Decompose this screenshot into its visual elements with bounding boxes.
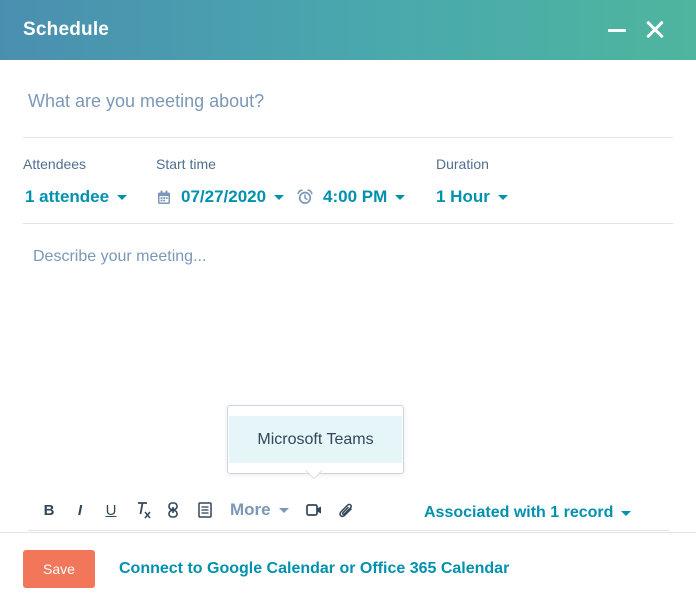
bold-icon[interactable]: B [42,500,56,520]
duration-value: 1 Hour [436,187,490,206]
calendar-icon [158,190,170,204]
attendees-dropdown[interactable]: 1 attendee [25,186,128,208]
video-conference-popover: Microsoft Teams [227,405,404,474]
divider [23,137,673,138]
meeting-description-input[interactable] [23,244,663,394]
start-date-value: 07/27/2020 [181,187,267,206]
link-icon[interactable] [166,500,180,520]
popover-item-microsoft-teams[interactable]: Microsoft Teams [229,416,402,463]
chevron-down-icon [395,194,406,200]
chevron-down-icon [278,507,289,513]
alarm-clock-icon [297,189,313,204]
dialog-title: Schedule [23,19,110,40]
meeting-subject-input[interactable] [22,86,672,116]
video-icon [306,504,321,516]
more-label: More [230,500,271,519]
snippet-icon [198,502,212,518]
start-time-label: Start time [156,156,216,172]
video-icon[interactable] [305,500,323,520]
attachment-icon[interactable] [337,500,355,520]
attachment-icon [339,503,352,517]
popover-arrow [306,470,322,478]
association-dropdown[interactable]: Associated with 1 record [424,504,632,522]
start-time-value: 4:00 PM [323,187,388,206]
attendees-label: Attendees [23,156,87,172]
divider [23,223,673,224]
close-icon[interactable] [643,16,669,42]
snippet-icon[interactable] [197,500,213,520]
minimize-icon[interactable] [605,16,631,42]
duration-dropdown[interactable]: 1 Hour [436,186,508,208]
chevron-down-icon [274,194,285,200]
toolbar-divider [28,530,669,531]
connect-calendar-link[interactable]: Connect to Google Calendar or Office 365… [119,560,509,578]
start-time-dropdown[interactable]: 4:00 PM [297,186,406,208]
underline-icon[interactable]: U [104,500,118,520]
dialog-header: Schedule [0,0,696,60]
chevron-down-icon [497,194,508,200]
attendees-value: 1 attendee [25,187,110,206]
start-date-dropdown[interactable]: 07/27/2020 [157,186,285,208]
link-icon [168,502,178,518]
italic-icon[interactable]: I [73,500,87,520]
more-dropdown[interactable]: More [230,500,289,520]
duration-label: Duration [436,156,489,172]
save-button[interactable]: Save [23,550,95,588]
chevron-down-icon [621,510,632,516]
clear-format-icon[interactable] [135,500,153,520]
association-label: Associated with 1 record [424,504,614,521]
clear-format-icon [138,502,151,519]
chevron-down-icon [117,194,128,200]
